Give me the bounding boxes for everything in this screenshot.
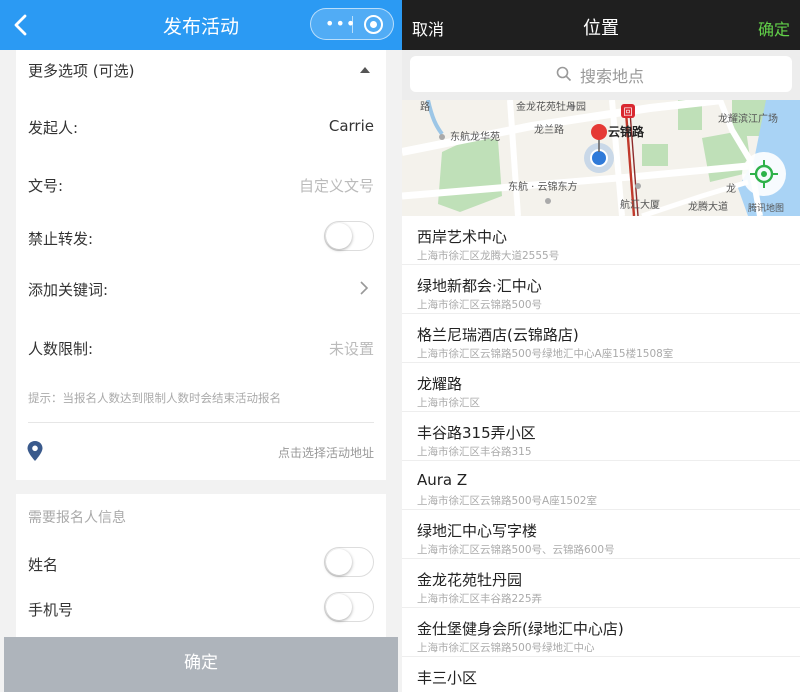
- place-name: 丰谷路315弄小区: [417, 424, 536, 442]
- place-item[interactable]: 金仕堡健身会所(绿地汇中心店) 上海市徐汇区云锦路500号绿地汇中心: [402, 608, 800, 657]
- place-item[interactable]: 龙耀路 上海市徐汇区: [402, 363, 800, 412]
- location-picker-panel: 取消 位置 确定 搜索地点 回 金龙花苑牡丹园 东航龙华苑 龙兰路 云锦路 龙耀…: [402, 0, 800, 692]
- place-item[interactable]: 丰三小区: [402, 657, 800, 692]
- place-address: 上海市徐汇区云锦路500号绿地汇中心: [417, 642, 595, 654]
- required-info-header: 需要报名人信息: [28, 510, 126, 526]
- more-options-card: 更多选项 (可选) 发起人: Carrie 文号: 自定义文号 禁止转发: 添加…: [16, 50, 386, 480]
- phone-label: 手机号: [28, 601, 74, 619]
- top-nav-bar: 发布活动 •••: [0, 0, 402, 50]
- chevron-right-icon: [360, 281, 369, 295]
- place-name: 龙耀路: [417, 375, 463, 393]
- close-target-icon[interactable]: [364, 15, 383, 34]
- ok-button[interactable]: 确定: [758, 16, 790, 40]
- place-item[interactable]: 金龙花苑牡丹园 上海市徐汇区丰谷路225弄: [402, 559, 800, 608]
- map-label-road: 路: [420, 100, 430, 113]
- place-address: 上海市徐汇区云锦路500号、云锦路600号: [417, 544, 615, 556]
- required-info-card: 需要报名人信息 姓名 手机号: [16, 494, 386, 644]
- place-address: 上海市徐汇区云锦路500号A座1502室: [417, 495, 597, 507]
- map-label-east-yunjin: 东航 · 云锦东方: [508, 180, 578, 193]
- map-label-binjiang: 龙耀滨江广场: [718, 112, 778, 125]
- people-limit-label: 人数限制:: [28, 340, 94, 358]
- place-address: 上海市徐汇区云锦路500号: [417, 299, 543, 311]
- place-name: 格兰尼瑞酒店(云锦路店): [417, 326, 579, 344]
- capsule-divider: [352, 16, 353, 33]
- forbid-forward-label: 禁止转发:: [28, 230, 94, 248]
- add-keywords-label: 添加关键词:: [28, 281, 109, 299]
- place-address: 上海市徐汇区云锦路500号绿地汇中心A座15楼1508室: [417, 348, 674, 360]
- confirm-button[interactable]: 确定: [4, 637, 398, 692]
- place-address: 上海市徐汇区丰谷路225弄: [417, 593, 543, 605]
- name-row: 姓名: [28, 547, 374, 585]
- location-header: 取消 位置 确定 搜索地点: [402, 0, 800, 100]
- place-name: 绿地新都会·汇中心: [417, 277, 542, 295]
- place-item[interactable]: 西岸艺术中心 上海市徐汇区龙腾大道2555号: [402, 216, 800, 265]
- forbid-forward-toggle[interactable]: [324, 221, 374, 251]
- initiator-label: 发起人:: [28, 119, 79, 137]
- place-item[interactable]: Aura Z 上海市徐汇区云锦路500号A座1502室: [402, 461, 800, 510]
- place-name: 丰三小区: [417, 669, 478, 687]
- initiator-value: Carrie: [328, 117, 374, 135]
- people-limit-value: 未设置: [328, 340, 374, 358]
- map-label-longlan-road: 龙兰路: [534, 123, 564, 136]
- place-item[interactable]: 丰谷路315弄小区 上海市徐汇区丰谷路315: [402, 412, 800, 461]
- doc-number-label: 文号:: [28, 177, 64, 195]
- place-address: 上海市徐汇区龙腾大道2555号: [417, 250, 560, 262]
- location-pin-icon: [27, 441, 43, 461]
- place-name: 金仕堡健身会所(绿地汇中心店): [417, 620, 624, 638]
- map-label-hanghui: 航汇大厦: [620, 198, 660, 211]
- caret-up-icon: [360, 67, 370, 73]
- mini-program-capsule: •••: [310, 8, 394, 40]
- search-placeholder: 搜索地点: [580, 67, 645, 86]
- limit-hint-text: 提示：当报名人数达到限制人数时会结束活动报名: [28, 391, 281, 405]
- place-list: 西岸艺术中心 上海市徐汇区龙腾大道2555号 绿地新都会·汇中心 上海市徐汇区云…: [402, 216, 800, 692]
- map-label-longteng: 龙腾大道: [688, 200, 728, 213]
- location-title: 位置: [583, 18, 619, 39]
- metro-station-icon: 回: [623, 107, 632, 118]
- map-label-yunjin-road: 云锦路: [608, 124, 645, 139]
- place-item[interactable]: 绿地汇中心写字楼 上海市徐汇区云锦路500号、云锦路600号: [402, 510, 800, 559]
- phone-row: 手机号: [28, 592, 374, 631]
- place-item[interactable]: 绿地新都会·汇中心 上海市徐汇区云锦路500号: [402, 265, 800, 314]
- forbid-forward-row: 禁止转发:: [28, 221, 374, 258]
- phone-toggle[interactable]: [324, 592, 374, 622]
- place-name: 金龙花苑牡丹园: [417, 571, 523, 589]
- more-options-title: 更多选项 (可选): [28, 62, 135, 80]
- choose-address-link[interactable]: 点击选择活动地址: [278, 444, 374, 461]
- name-toggle[interactable]: [324, 547, 374, 577]
- map-label-vertical-1: 龙: [726, 182, 736, 195]
- map-label-east-air: 东航龙华苑: [450, 130, 500, 143]
- place-address: 上海市徐汇区: [417, 397, 480, 409]
- place-name: 绿地汇中心写字楼: [417, 522, 538, 540]
- map-label-garden: 金龙花苑牡丹园: [516, 100, 586, 113]
- place-address: 上海市徐汇区丰谷路315: [417, 446, 532, 458]
- search-icon: [556, 66, 572, 82]
- place-item[interactable]: 格兰尼瑞酒店(云锦路店) 上海市徐汇区云锦路500号绿地汇中心A座15楼1508…: [402, 314, 800, 363]
- name-label: 姓名: [28, 556, 59, 574]
- publish-activity-panel: 发布活动 ••• 更多选项 (可选) 发起人: Carrie 文号: 自定义文号: [0, 0, 402, 692]
- place-name: 西岸艺术中心: [417, 228, 508, 246]
- doc-number-input[interactable]: 自定义文号: [299, 175, 374, 196]
- search-box[interactable]: 搜索地点: [410, 56, 792, 92]
- place-name: Aura Z: [417, 471, 468, 489]
- screenshot: 发布活动 ••• 更多选项 (可选) 发起人: Carrie 文号: 自定义文号: [0, 0, 800, 692]
- location-nav-bar: 取消 位置 确定: [402, 0, 800, 50]
- map-view[interactable]: 回 金龙花苑牡丹园 东航龙华苑 龙兰路 云锦路 龙耀滨江广场 东航 · 云锦东方…: [402, 100, 800, 216]
- location-marker-icon: [591, 124, 607, 140]
- divider: [28, 422, 374, 423]
- map-label-tengxun: 腾讯地图: [748, 202, 784, 214]
